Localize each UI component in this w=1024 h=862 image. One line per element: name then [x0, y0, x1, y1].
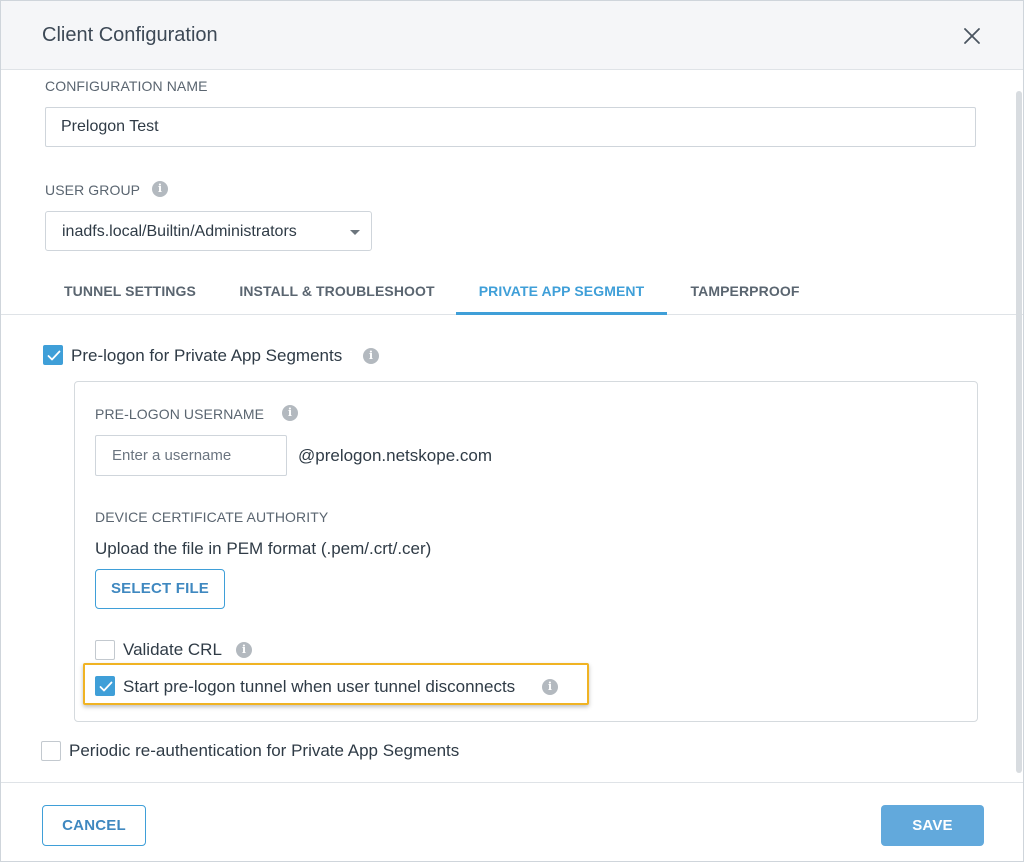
configuration-name-input[interactable] [45, 107, 976, 147]
start-prelogon-tunnel-label: Start pre-logon tunnel when user tunnel … [123, 677, 516, 696]
tab-bar: TUNNEL SETTINGS INSTALL & TROUBLESHOOT P… [1, 271, 1023, 315]
info-icon[interactable]: i [542, 679, 558, 695]
periodic-reauth-checkbox[interactable] [41, 741, 61, 761]
device-ca-label: DEVICE CERTIFICATE AUTHORITY [95, 509, 329, 525]
user-group-label: USER GROUP [45, 182, 141, 198]
tab-private-app-segment[interactable]: PRIVATE APP SEGMENT [456, 271, 667, 315]
tab-tunnel-settings[interactable]: TUNNEL SETTINGS [45, 271, 215, 315]
user-group-selected-value: inadfs.local/Builtin/Administrators [62, 223, 297, 240]
dialog-footer [1, 782, 1023, 861]
username-domain-suffix: @prelogon.netskope.com [298, 446, 492, 465]
user-group-select[interactable]: inadfs.local/Builtin/Administrators [45, 211, 372, 251]
close-button[interactable] [959, 23, 985, 49]
info-icon[interactable]: i [236, 642, 252, 658]
prelogon-label: Pre-logon for Private App Segments [71, 346, 343, 365]
prelogon-checkbox[interactable] [43, 345, 63, 365]
close-icon [964, 28, 980, 44]
prelogon-username-input[interactable] [95, 435, 287, 476]
periodic-reauth-label: Periodic re-authentication for Private A… [69, 741, 460, 760]
info-icon[interactable]: i [152, 181, 168, 197]
validate-crl-checkbox[interactable] [95, 640, 115, 660]
select-file-button[interactable]: SELECT FILE [95, 569, 225, 609]
tab-tamperproof[interactable]: TAMPERPROOF [673, 271, 817, 315]
tab-install-troubleshoot[interactable]: INSTALL & TROUBLESHOOT [223, 271, 451, 315]
vertical-scrollbar[interactable] [1016, 91, 1022, 773]
check-icon [99, 681, 113, 692]
configuration-name-label: CONFIGURATION NAME [45, 78, 208, 94]
info-icon[interactable]: i [363, 348, 379, 364]
caret-down-icon [350, 230, 360, 235]
start-prelogon-tunnel-checkbox[interactable] [95, 676, 115, 696]
upload-format-hint: Upload the file in PEM format (.pem/.crt… [95, 539, 432, 558]
prelogon-username-label: PRE-LOGON USERNAME [95, 406, 265, 422]
dialog-title: Client Configuration [42, 24, 218, 46]
dialog-header: Client Configuration [1, 1, 1023, 70]
check-icon [47, 350, 61, 361]
info-icon[interactable]: i [282, 405, 298, 421]
validate-crl-label: Validate CRL [123, 640, 222, 659]
client-configuration-dialog: Client Configuration CONFIGURATION NAME … [0, 0, 1024, 862]
save-button[interactable]: SAVE [881, 805, 984, 846]
cancel-button[interactable]: CANCEL [42, 805, 146, 846]
